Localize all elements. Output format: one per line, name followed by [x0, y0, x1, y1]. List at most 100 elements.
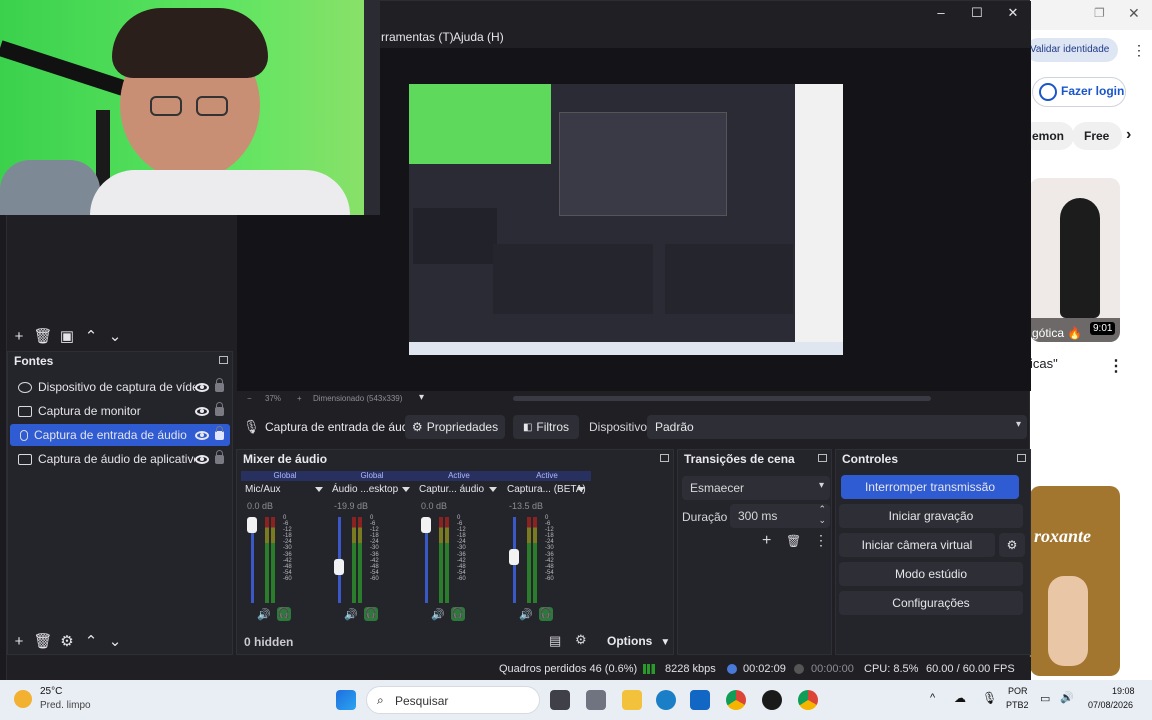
weather-desc[interactable]: Pred. limpo [40, 700, 91, 711]
scale-dropdown-icon[interactable]: ▾ [419, 392, 424, 403]
fader-knob[interactable] [509, 548, 519, 565]
weather-icon[interactable] [14, 690, 32, 708]
transition-more-icon[interactable]: ⋮ [814, 532, 828, 549]
widgets-icon[interactable] [586, 690, 606, 710]
chevron-down-icon[interactable] [315, 487, 323, 492]
add-source-icon[interactable]: + [7, 633, 31, 650]
lock-icon[interactable] [215, 425, 224, 440]
maximize-icon[interactable]: ☐ [967, 5, 987, 21]
windows-start-icon[interactable] [336, 690, 356, 710]
add-transition-icon[interactable]: + [762, 532, 771, 550]
zoom-minus[interactable]: − [247, 394, 252, 403]
filters-button[interactable]: ◧ Filtros [513, 415, 579, 439]
chevron-down-icon[interactable] [402, 487, 410, 492]
channel-name[interactable]: Áudio ...esktop [332, 484, 398, 495]
lang-1[interactable]: POR [1008, 686, 1028, 696]
undock-icon[interactable] [818, 454, 827, 462]
preview-canvas[interactable] [409, 84, 843, 355]
source-item[interactable]: Captura de monitor [8, 400, 230, 422]
spin-up-icon[interactable]: ⌃ [818, 504, 826, 515]
move-down-icon[interactable]: ⌄ [103, 327, 127, 345]
fader-knob[interactable] [421, 517, 431, 533]
more-options-icon[interactable]: ⋮ [1132, 42, 1146, 59]
visibility-eye-icon[interactable] [195, 430, 209, 440]
menu-tools[interactable]: rramentas (T) [381, 30, 454, 44]
obs-icon[interactable] [762, 690, 782, 710]
horizontal-scrollbar[interactable] [513, 396, 931, 401]
speaker-icon[interactable]: 🔊 [431, 608, 445, 621]
mic-tray-icon[interactable]: 🎙 [982, 691, 997, 705]
menu-help[interactable]: Ajuda (H) [453, 30, 504, 44]
network-icon[interactable]: ▭ [1040, 692, 1050, 705]
channel-name[interactable]: Captura... (BETA) [507, 484, 586, 495]
transition-select[interactable]: Esmaecer ▾ [682, 476, 830, 500]
lang-2[interactable]: PTB2 [1006, 700, 1029, 710]
move-down-icon[interactable]: ⌄ [103, 632, 127, 650]
scene-filter-icon[interactable]: ▣ [55, 327, 79, 345]
channel-name[interactable]: Captur... áudio [419, 484, 484, 495]
move-up-icon[interactable]: ⌃ [79, 632, 103, 650]
virtual-camera-settings-icon[interactable]: ⚙ [999, 533, 1025, 557]
video-thumbnail-2[interactable]: roxante [1030, 486, 1120, 676]
source-item-selected[interactable]: Captura de entrada de áudio [10, 424, 230, 446]
browser-close-icon[interactable]: ✕ [1128, 5, 1140, 22]
source-item[interactable]: Captura de áudio de aplicativo ( [8, 448, 230, 470]
speaker-icon[interactable]: 🔊 [519, 608, 533, 621]
virtual-camera-button[interactable]: Iniciar câmera virtual [839, 533, 995, 557]
studio-mode-button[interactable]: Modo estúdio [839, 562, 1023, 586]
verify-identity-button[interactable]: Validar identidade [1026, 38, 1118, 62]
remove-scene-icon[interactable]: 🗑 [31, 327, 55, 345]
source-settings-icon[interactable]: ⚙ [55, 632, 79, 650]
cloud-icon[interactable]: ☁ [954, 691, 966, 705]
chevron-right-icon[interactable]: › [1126, 126, 1131, 144]
speaker-icon[interactable]: 🔊 [344, 608, 358, 621]
weather-temp[interactable]: 25°C [40, 686, 62, 697]
device-select[interactable]: Padrão ▾ [647, 415, 1027, 439]
tray-chevron-icon[interactable]: ^ [930, 692, 935, 704]
video-thumbnail-1[interactable]: gótica 🔥 9:01 [1030, 178, 1120, 342]
visibility-eye-icon[interactable] [195, 406, 209, 416]
store-icon[interactable] [690, 690, 710, 710]
task-view-icon[interactable] [550, 690, 570, 710]
headphones-icon[interactable]: 🎧 [450, 607, 465, 621]
lock-icon[interactable] [215, 449, 224, 464]
headphones-icon[interactable]: 🎧 [538, 607, 553, 621]
browser-restore-icon[interactable]: ❐ [1094, 6, 1105, 20]
remove-source-icon[interactable]: 🗑 [31, 632, 55, 650]
chrome-profile-icon[interactable] [798, 690, 818, 710]
video-more-icon[interactable]: ⋮ [1108, 356, 1124, 376]
file-explorer-icon[interactable] [622, 690, 642, 710]
taskbar-search[interactable]: ⌕ Pesquisar [366, 686, 540, 714]
spin-down-icon[interactable]: ⌄ [818, 515, 826, 526]
speaker-icon[interactable]: 🔊 [257, 608, 271, 621]
mixer-options-button[interactable]: Options ▼ [601, 630, 671, 652]
lock-icon[interactable] [215, 401, 224, 416]
zoom-plus[interactable]: + [297, 394, 302, 403]
login-button[interactable]: Fazer login [1032, 77, 1126, 107]
visibility-eye-icon[interactable] [195, 382, 209, 392]
volume-icon[interactable]: 🔊 [1060, 691, 1074, 704]
visibility-eye-icon[interactable] [195, 454, 209, 464]
chip-2[interactable]: Free [1072, 122, 1122, 150]
settings-button[interactable]: Configurações [839, 591, 1023, 615]
lock-icon[interactable] [215, 377, 224, 392]
undock-icon[interactable] [219, 356, 228, 364]
channel-name[interactable]: Mic/Aux [245, 484, 281, 495]
headphones-icon[interactable]: 🎧 [276, 607, 291, 621]
undock-icon[interactable] [660, 454, 669, 462]
edge-icon[interactable] [656, 690, 676, 710]
add-scene-icon[interactable]: + [7, 328, 31, 345]
properties-button[interactable]: ⚙ Propriedades [405, 415, 505, 439]
clock-time[interactable]: 19:08 [1112, 686, 1135, 696]
fader-knob[interactable] [247, 517, 257, 533]
fader-knob[interactable] [334, 559, 344, 575]
stop-stream-button[interactable]: Interromper transmissão [841, 475, 1019, 499]
close-icon[interactable]: ✕ [1003, 5, 1023, 21]
remove-transition-icon[interactable]: 🗑 [786, 534, 801, 548]
chevron-down-icon[interactable] [577, 487, 585, 492]
source-item[interactable]: Dispositivo de captura de vídeo [8, 376, 230, 398]
headphones-icon[interactable]: 🎧 [363, 607, 378, 621]
mixer-layout-icon[interactable]: ▤ [549, 633, 561, 649]
mixer-advanced-icon[interactable]: ⚙ [575, 632, 587, 648]
chevron-down-icon[interactable] [489, 487, 497, 492]
